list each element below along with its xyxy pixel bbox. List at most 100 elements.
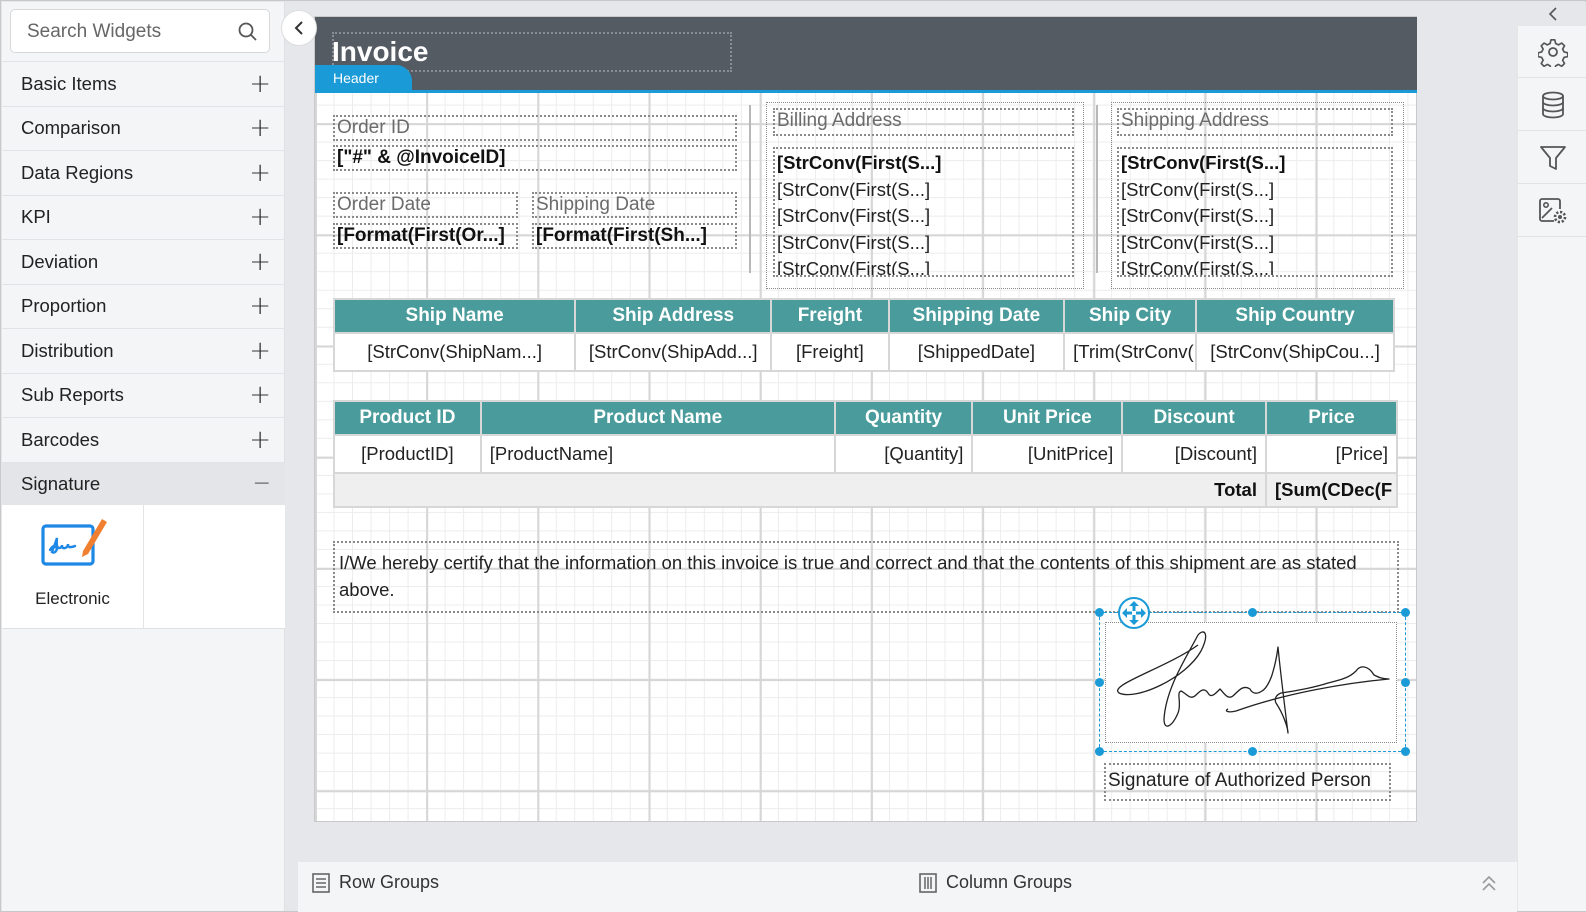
database-icon [1541,91,1564,118]
expand-icon: + [249,380,271,411]
billing-address-label[interactable]: Billing Address [773,108,1074,136]
resize-handle[interactable] [1248,608,1257,617]
billing-line: [StrConv(First(S...] [777,231,931,253]
shipping-address-lines[interactable]: [StrConv(First(S...] [StrConv(First(S...… [1117,147,1393,277]
category-deviation[interactable]: Deviation + [2,239,285,284]
column-header[interactable]: Shipping Date [887,298,1066,334]
expand-grouping-button[interactable] [1481,875,1497,898]
column-header[interactable]: Ship Name [332,298,577,334]
table-cell[interactable]: [StrConv(ShipAdd...] [574,332,773,372]
shipping-date-value[interactable]: [Format(First(Sh...] [532,223,737,249]
signature-caption[interactable]: Signature of Authorized Person [1104,763,1391,801]
resize-handle[interactable] [1401,747,1410,756]
product-table[interactable]: Product ID Product Name Quantity Unit Pr… [333,400,1399,508]
properties-button[interactable] [1518,26,1586,78]
category-label: Sub Reports [21,384,124,406]
expand-properties-button[interactable] [1518,2,1586,26]
category-label: KPI [21,206,51,228]
table-cell[interactable]: [ProductID] [333,434,482,474]
total-label[interactable]: Total [333,472,1267,508]
table-cell[interactable]: [UnitPrice] [971,434,1124,474]
table-cell[interactable]: [Trim(StrConv( [1063,332,1198,372]
column-groups-button[interactable]: Column Groups [919,872,1072,893]
signature-image[interactable] [1105,622,1397,743]
collapse-panel-button[interactable] [281,10,317,46]
category-sub-reports[interactable]: Sub Reports + [2,372,285,418]
category-distribution[interactable]: Distribution + [2,328,285,373]
report-header-section[interactable]: Invoice Header [315,17,1417,93]
move-icon [1122,601,1146,625]
column-header[interactable]: Unit Price [971,400,1124,436]
order-id-value[interactable]: ["#" & @InvoiceID] [333,145,737,171]
table-cell[interactable]: [ProductName] [479,434,836,474]
resize-handle[interactable] [1401,608,1410,617]
table-cell[interactable]: [Discount] [1121,434,1267,474]
search-icon[interactable] [237,21,259,43]
chevron-left-icon [1548,7,1557,21]
certification-text[interactable]: I/We hereby certify that the information… [333,541,1399,613]
shipping-line: [StrConv(First(S...] [1121,152,1286,173]
resize-handle[interactable] [1095,747,1104,756]
search-input[interactable] [27,18,227,46]
column-header[interactable]: Freight [770,298,890,334]
resize-handle[interactable] [1095,678,1104,687]
total-row: Total [Sum(CDec(F [333,472,1399,508]
category-label: Barcodes [21,428,100,450]
table-cell[interactable]: [StrConv(ShipNam...] [332,332,577,372]
billing-address-lines[interactable]: [StrConv(First(S...] [StrConv(First(S...… [773,147,1074,277]
table-cell[interactable]: [StrConv(ShipCou...] [1195,332,1395,372]
column-header[interactable]: Ship City [1063,298,1198,334]
table-header-row: Ship Name Ship Address Freight Shipping … [332,298,1395,334]
table-cell[interactable]: [Quantity] [833,434,974,474]
column-header[interactable]: Quantity [833,400,974,436]
image-manager-button[interactable] [1518,185,1586,237]
report-title: Invoice [332,36,429,67]
data-sources-button[interactable] [1518,79,1586,131]
category-comparison[interactable]: Comparison + [2,105,285,151]
report-canvas[interactable]: Invoice Header Order ID ["#" & @InvoiceI… [314,16,1417,822]
order-id-label[interactable]: Order ID [333,115,737,141]
category-barcodes[interactable]: Barcodes + [2,417,285,462]
category-label: Basic Items [21,72,117,94]
image-settings-icon [1538,197,1566,223]
order-date-value[interactable]: [Format(First(Or...] [333,223,518,249]
order-date-label[interactable]: Order Date [333,192,518,218]
collapse-icon: − [252,471,271,497]
resize-handle[interactable] [1095,608,1104,617]
widget-electronic-signature[interactable]: Electronic [2,505,144,629]
signature-drawing [1116,631,1390,734]
table-cell[interactable]: [Price] [1264,434,1399,474]
category-label: Comparison [21,117,121,139]
total-value[interactable]: [Sum(CDec(F [1264,472,1399,508]
expand-icon: + [249,202,271,233]
category-proportion[interactable]: Proportion + [2,283,285,329]
table-row: [StrConv(ShipNam...] [StrConv(ShipAdd...… [332,332,1395,372]
shipping-table[interactable]: Ship Name Ship Address Freight Shipping … [332,298,1395,372]
category-label: Distribution [21,339,114,361]
chevron-left-icon [294,21,303,35]
column-header[interactable]: Product ID [333,400,482,436]
row-groups-button[interactable]: Row Groups [312,872,439,893]
category-signature[interactable]: Signature − [2,461,285,506]
expand-icon: + [249,246,271,277]
table-cell[interactable]: [ShippedDate] [887,332,1066,372]
column-header[interactable]: Ship Address [574,298,773,334]
column-header[interactable]: Ship Country [1195,298,1395,334]
expand-icon: + [249,424,271,455]
shipping-date-label[interactable]: Shipping Date [532,192,737,218]
category-basic-items[interactable]: Basic Items + [2,61,285,106]
move-handle[interactable] [1118,597,1150,629]
resize-handle[interactable] [1401,678,1410,687]
column-header[interactable]: Discount [1121,400,1267,436]
properties-panel [1517,2,1586,911]
shipping-address-label[interactable]: Shipping Address [1117,108,1393,136]
column-header[interactable]: Price [1264,400,1399,436]
resize-handle[interactable] [1248,747,1257,756]
table-cell[interactable]: [Freight] [770,332,890,372]
category-data-regions[interactable]: Data Regions + [2,150,285,195]
category-kpi[interactable]: KPI + [2,194,285,240]
double-chevron-up-icon [1482,875,1496,891]
column-header[interactable]: Product Name [479,400,836,436]
parameters-button[interactable] [1518,132,1586,184]
category-list: Basic Items + Comparison + Data Regions + K… [2,61,285,506]
